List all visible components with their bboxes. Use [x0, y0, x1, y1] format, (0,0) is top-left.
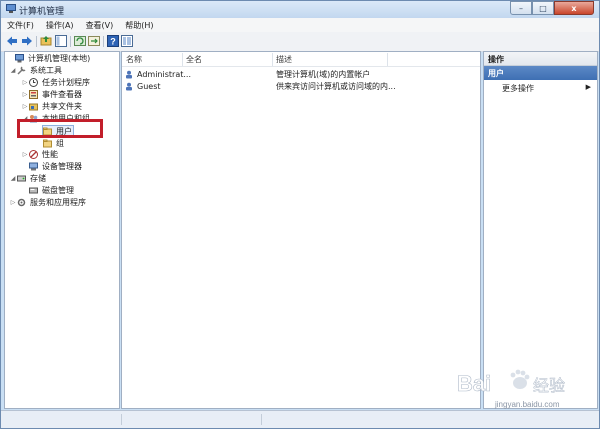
- tree-item-system-tools[interactable]: ◢ 系统工具: [9, 65, 63, 76]
- device-manager-icon: [29, 162, 38, 171]
- storage-icon: [17, 174, 26, 183]
- tree-item-disk-management[interactable]: 磁盘管理: [21, 185, 75, 196]
- user-list: 名称 全名 描述 Administrat... 管理计算机(域)的内置帐户 Gu…: [121, 51, 481, 409]
- watermark-url: jingyan.baidu.com: [494, 400, 560, 409]
- expand-arrow-icon[interactable]: ▷: [9, 199, 17, 206]
- header-divider: [122, 66, 480, 67]
- tree-item-computer-management[interactable]: 计算机管理(本地): [7, 53, 91, 64]
- toolbar-separator: [70, 36, 71, 47]
- collapse-arrow-icon[interactable]: ◢: [9, 175, 17, 182]
- shared-folder-icon: [29, 102, 38, 111]
- cell-name: Administrat...: [137, 69, 191, 79]
- cell-description: 管理计算机(域)的内置帐户: [276, 69, 371, 79]
- tree-item-groups[interactable]: 组: [43, 138, 65, 149]
- up-folder-icon[interactable]: [40, 35, 52, 47]
- tree-item-services-applications[interactable]: ▷ 服务和应用程序: [9, 197, 87, 208]
- console-tree: 计算机管理(本地) ◢ 系统工具 ▷ 任务计划程序 ▷ 事件查看器 ▷ 共享文件…: [4, 51, 120, 409]
- folder-icon: [43, 139, 52, 148]
- tree-item-label: 事件查看器: [42, 90, 82, 99]
- toolbar-separator: [36, 36, 37, 47]
- menu-bar: 文件(F) 操作(A) 查看(V) 帮助(H): [1, 18, 599, 32]
- services-icon: [17, 198, 26, 207]
- column-header-description[interactable]: 描述: [276, 53, 292, 66]
- properties-icon[interactable]: [121, 35, 133, 47]
- user-icon: [125, 82, 134, 91]
- more-actions-link[interactable]: 更多操作: [502, 83, 534, 94]
- menu-help[interactable]: 帮助(H): [119, 20, 159, 31]
- expand-arrow-icon[interactable]: ▷: [21, 151, 29, 158]
- performance-icon: [29, 150, 38, 159]
- show-hide-tree-icon[interactable]: [55, 35, 67, 47]
- menu-view[interactable]: 查看(V): [80, 20, 120, 31]
- tree-item-label: 系统工具: [30, 66, 62, 75]
- actions-title: 操作: [484, 52, 597, 66]
- actions-section-users[interactable]: 用户: [484, 66, 597, 80]
- column-divider[interactable]: [387, 53, 388, 66]
- event-viewer-icon: [29, 90, 38, 99]
- tree-item-label: 共享文件夹: [42, 102, 82, 111]
- minimize-icon: –: [519, 3, 523, 13]
- column-divider[interactable]: [182, 53, 183, 66]
- column-header-full-name[interactable]: 全名: [186, 53, 202, 66]
- menu-file[interactable]: 文件(F): [1, 20, 40, 31]
- title-bar[interactable]: 计算机管理 – □ x: [1, 1, 599, 18]
- app-window: 计算机管理 – □ x 文件(F) 操作(A) 查看(V) 帮助(H) ? 计算…: [0, 0, 600, 429]
- window-title: 计算机管理: [19, 7, 65, 17]
- menu-action[interactable]: 操作(A): [40, 20, 80, 31]
- svg-text:?: ?: [110, 37, 116, 47]
- window-controls: – □ x: [510, 1, 594, 16]
- paw-icon: [510, 369, 530, 389]
- help-icon[interactable]: ?: [107, 35, 119, 47]
- tree-item-label: 服务和应用程序: [30, 198, 86, 207]
- tree-item-task-scheduler[interactable]: ▷ 任务计划程序: [21, 77, 91, 88]
- tree-item-event-viewer[interactable]: ▷ 事件查看器: [21, 89, 83, 100]
- watermark-suffix: 经验: [533, 376, 565, 395]
- refresh-icon[interactable]: [74, 35, 86, 47]
- tree-item-label: 任务计划程序: [42, 78, 90, 87]
- user-icon: [125, 70, 134, 79]
- tree-item-shared-folders[interactable]: ▷ 共享文件夹: [21, 101, 83, 112]
- actions-pane: 操作 用户 更多操作 ▶: [483, 51, 598, 409]
- close-button[interactable]: x: [554, 1, 594, 15]
- highlight-box: [17, 119, 103, 138]
- disk-icon: [29, 186, 38, 195]
- cell-name: Guest: [137, 81, 161, 91]
- submenu-arrow-icon[interactable]: ▶: [586, 83, 591, 91]
- status-bar-divider: [121, 414, 122, 425]
- minimize-button[interactable]: –: [510, 1, 532, 15]
- expand-arrow-icon[interactable]: ▷: [21, 91, 29, 98]
- toolbar-separator: [103, 36, 104, 47]
- watermark: Bai 经验 jingyan.baidu.com: [453, 361, 593, 413]
- tools-icon: [17, 66, 26, 75]
- back-arrow-icon[interactable]: [6, 35, 18, 47]
- tree-item-label: 磁盘管理: [42, 186, 74, 195]
- watermark-brand: Bai: [457, 371, 491, 396]
- clock-icon: [29, 78, 38, 87]
- cell-description: 供来宾访问计算机或访问域的内...: [276, 81, 396, 91]
- collapse-arrow-icon[interactable]: ◢: [9, 67, 17, 74]
- tree-item-label: 存储: [30, 174, 46, 183]
- computer-icon: [15, 54, 24, 63]
- maximize-icon: □: [539, 3, 547, 13]
- computer-management-icon: [6, 4, 16, 14]
- column-divider[interactable]: [272, 53, 273, 66]
- close-icon: x: [571, 3, 577, 13]
- export-list-icon[interactable]: [88, 35, 100, 47]
- column-header-name[interactable]: 名称: [126, 53, 142, 66]
- expand-arrow-icon[interactable]: ▷: [21, 79, 29, 86]
- tree-item-label: 性能: [42, 150, 58, 159]
- tree-item-label: 组: [56, 139, 64, 148]
- maximize-button[interactable]: □: [532, 1, 554, 15]
- tree-item-performance[interactable]: ▷ 性能: [21, 149, 59, 160]
- forward-arrow-icon[interactable]: [21, 35, 33, 47]
- tree-item-device-manager[interactable]: 设备管理器: [21, 161, 83, 172]
- table-row[interactable]: Guest 供来宾访问计算机或访问域的内...: [125, 80, 475, 92]
- table-row[interactable]: Administrat... 管理计算机(域)的内置帐户: [125, 68, 475, 80]
- tree-item-storage[interactable]: ◢ 存储: [9, 173, 47, 184]
- status-bar-divider: [261, 414, 262, 425]
- tree-item-label: 计算机管理(本地): [28, 54, 91, 63]
- tree-item-label: 设备管理器: [42, 162, 82, 171]
- toolbar: ?: [1, 32, 599, 52]
- expand-arrow-icon[interactable]: ▷: [21, 103, 29, 110]
